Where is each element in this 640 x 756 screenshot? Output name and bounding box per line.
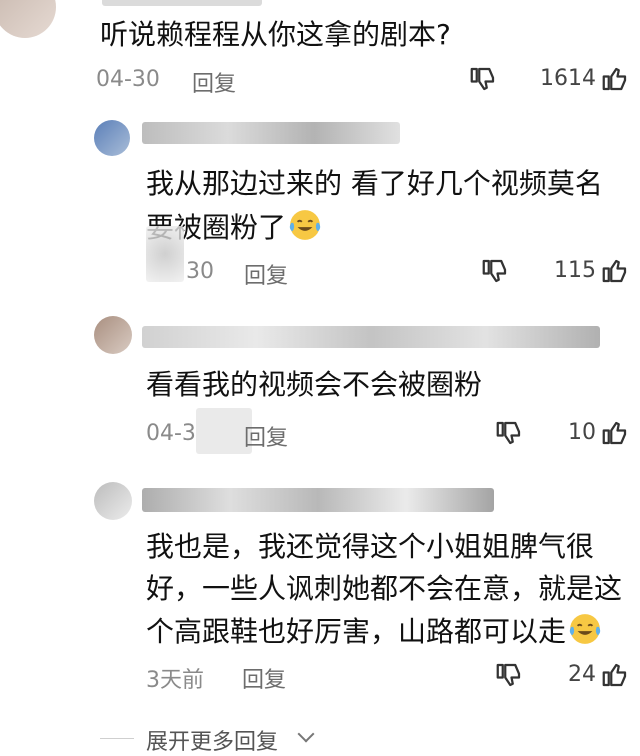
blurred-region — [146, 226, 184, 282]
thumbs-up-icon[interactable] — [600, 256, 630, 286]
username-blurred[interactable] — [102, 0, 262, 6]
username-blurred[interactable] — [142, 326, 600, 348]
reply-text: 好，一些人讽刺她都不会在意，就是这 — [146, 572, 623, 605]
reply-date: 04-3 — [146, 421, 196, 446]
tears-of-joy-emoji-icon — [289, 210, 321, 240]
thumbs-down-icon[interactable] — [468, 64, 498, 94]
reply-text: 个高跟鞋也好厉害，山路都可以走 — [146, 612, 602, 651]
reply-text: 我从那边过来的 看了好几个视频莫名 — [146, 167, 603, 200]
reply-text: 看看我的视频会不会被圈粉 — [146, 368, 483, 401]
reply-text: 我也是，我还觉得这个小姐姐脾气很 — [146, 530, 595, 563]
reply-button[interactable]: 回复 — [242, 662, 286, 694]
avatar[interactable] — [0, 0, 56, 38]
chevron-down-icon[interactable] — [297, 725, 315, 743]
reply-text-line: 个高跟鞋也好厉害，山路都可以走 — [146, 615, 567, 648]
reply-button[interactable]: 回复 — [244, 258, 288, 290]
expand-more-replies-button[interactable]: 展开更多回复 — [146, 724, 278, 756]
username-blurred[interactable] — [142, 122, 400, 144]
thumbs-up-icon[interactable] — [600, 64, 630, 94]
avatar[interactable] — [94, 120, 130, 156]
reply-date: 30 — [186, 259, 214, 284]
tears-of-joy-emoji-icon — [569, 614, 601, 644]
like-count: 10 — [568, 420, 596, 445]
like-count: 1614 — [540, 66, 596, 91]
divider — [100, 738, 134, 739]
thumbs-down-icon[interactable] — [480, 256, 510, 286]
like-count: 115 — [554, 258, 596, 283]
reply-button[interactable]: 回复 — [244, 420, 288, 452]
like-count: 24 — [568, 662, 596, 687]
avatar[interactable] — [94, 482, 132, 520]
reply-date: 3天前 — [146, 668, 204, 693]
thumbs-up-icon[interactable] — [600, 660, 630, 690]
comment-text: 听说赖程程从你这拿的剧本? — [100, 18, 451, 51]
username-blurred[interactable] — [142, 488, 494, 512]
thumbs-up-icon[interactable] — [600, 418, 630, 448]
avatar[interactable] — [94, 316, 132, 354]
comment-date: 04-30 — [96, 67, 160, 92]
reply-button[interactable]: 回复 — [192, 66, 236, 98]
